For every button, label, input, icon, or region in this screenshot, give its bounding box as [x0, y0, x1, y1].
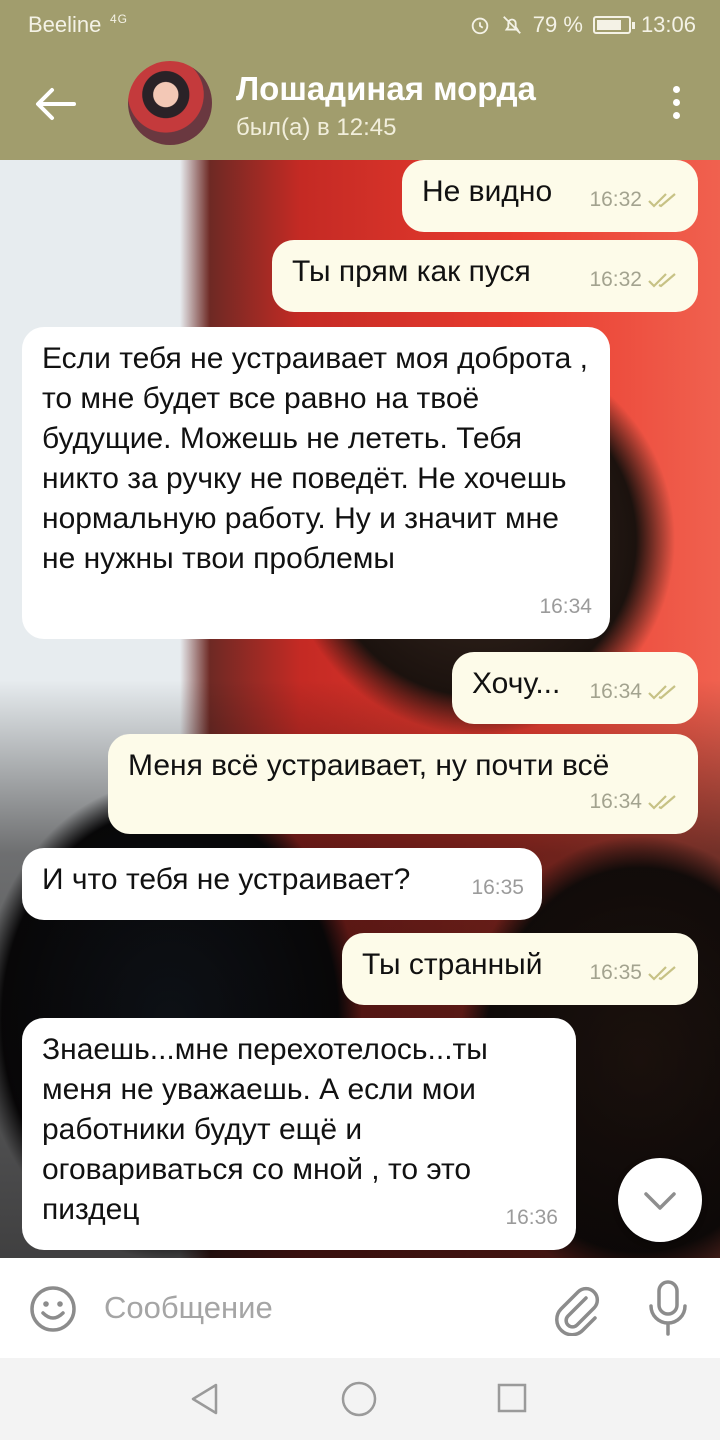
- nav-back-icon[interactable]: [188, 1382, 222, 1416]
- read-ticks-icon: [648, 273, 676, 288]
- message-meta: 16:34: [589, 672, 680, 712]
- message-time: 16:36: [505, 1206, 558, 1229]
- message-meta: 16:32: [589, 180, 680, 220]
- emoji-icon[interactable]: [28, 1284, 78, 1334]
- message-bubble-outgoing[interactable]: Ты странный 16:35: [342, 933, 698, 1005]
- message-bubble-outgoing[interactable]: Меня всё устраивает, ну почти всё 16:34: [108, 734, 698, 834]
- scroll-to-bottom-button[interactable]: [618, 1158, 702, 1242]
- message-time: 16:35: [471, 876, 524, 899]
- chevron-down-icon: [644, 1192, 676, 1210]
- avatar[interactable]: [128, 61, 212, 145]
- alarm-icon: [471, 17, 489, 35]
- mute-icon: [502, 16, 521, 34]
- message-time: 16:34: [589, 680, 642, 703]
- contact-name[interactable]: Лошадиная морда: [236, 70, 536, 108]
- battery-icon: [592, 16, 635, 34]
- message-meta: 16:36: [505, 1198, 558, 1238]
- message-bubble-incoming[interactable]: Если тебя не устраивает моя доброта , то…: [22, 327, 610, 639]
- nav-home-icon[interactable]: [340, 1380, 378, 1418]
- read-ticks-icon: [648, 193, 676, 208]
- message-bubble-outgoing[interactable]: Хочу... 16:34: [452, 652, 698, 724]
- message-time: 16:32: [589, 188, 642, 211]
- message-text: Если тебя не устраивает моя доброта , то…: [42, 342, 589, 575]
- message-bubble-incoming[interactable]: И что тебя не устраивает? 16:35: [22, 848, 542, 920]
- network-type: 4G: [110, 12, 129, 26]
- message-bubble-outgoing[interactable]: Не видно 16:32: [402, 160, 698, 232]
- status-bar: Beeline 4G 79 % 13:06: [0, 0, 720, 48]
- system-navigation-bar: [0, 1358, 720, 1440]
- more-menu-icon[interactable]: [668, 86, 684, 126]
- message-text: Меня всё устраивает, ну почти всё: [128, 749, 610, 782]
- chat-area[interactable]: Не видно 16:32 Ты прям как пуся 16:32 Ес…: [0, 160, 720, 1258]
- message-text: Знаешь...мне перехотелось...ты меня не у…: [42, 1033, 488, 1226]
- message-bubble-outgoing[interactable]: Ты прям как пуся 16:32: [272, 240, 698, 312]
- battery-percent: 79 %: [532, 12, 583, 37]
- message-meta: 16:35: [589, 953, 680, 993]
- last-seen-status: был(а) в 12:45: [236, 114, 397, 141]
- read-ticks-icon: [648, 795, 676, 810]
- message-time: 16:34: [539, 595, 592, 618]
- read-ticks-icon: [648, 685, 676, 700]
- battery-fill: [596, 20, 621, 30]
- message-time: 16:34: [589, 790, 642, 813]
- message-text: И что тебя не устраивает?: [42, 863, 411, 896]
- status-bar-right: 79 % 13:06: [469, 12, 696, 38]
- message-time: 16:35: [589, 961, 642, 984]
- paperclip-icon[interactable]: [552, 1282, 600, 1336]
- message-input-bar: [0, 1258, 720, 1358]
- read-ticks-icon: [648, 966, 676, 981]
- nav-recent-apps-icon[interactable]: [496, 1382, 528, 1414]
- clock: 13:06: [640, 12, 696, 37]
- back-arrow-icon[interactable]: [30, 84, 80, 124]
- message-time: 16:32: [589, 268, 642, 291]
- message-meta: 16:34: [539, 587, 592, 627]
- microphone-icon[interactable]: [646, 1278, 690, 1338]
- message-meta: 16:35: [471, 868, 524, 908]
- carrier-name: Beeline: [28, 12, 102, 37]
- message-input[interactable]: [104, 1282, 524, 1334]
- message-meta: 16:34: [589, 782, 680, 822]
- message-meta: 16:32: [589, 260, 680, 300]
- message-bubble-incoming[interactable]: Знаешь...мне перехотелось...ты меня не у…: [22, 1018, 576, 1250]
- chat-header: Лошадиная морда был(а) в 12:45: [0, 48, 720, 160]
